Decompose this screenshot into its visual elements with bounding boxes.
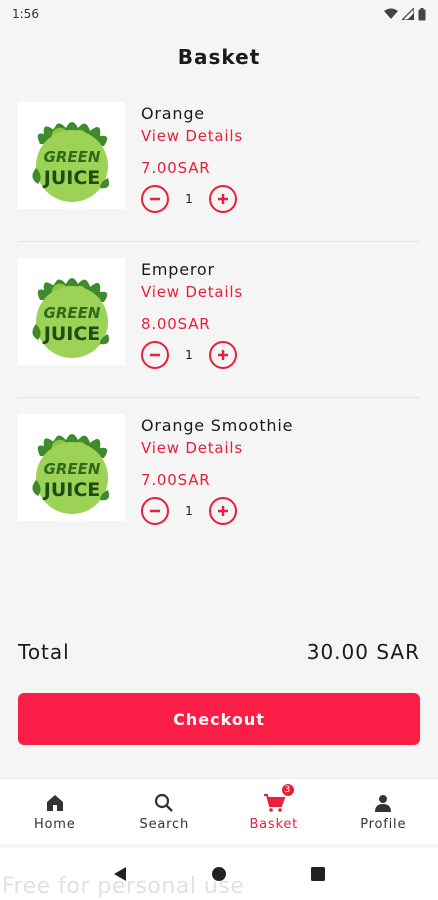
- item-info: Orange Smoothie View Details 7.00SAR 1: [141, 414, 293, 554]
- green-juice-logo: GREEN JUICE: [31, 121, 109, 202]
- quantity-stepper: 1: [141, 497, 293, 525]
- quantity-value: 1: [185, 348, 193, 362]
- checkout-label: Checkout: [173, 709, 265, 729]
- recents-icon[interactable]: [302, 858, 334, 890]
- status-bar: 1:56: [0, 0, 438, 28]
- decrease-button[interactable]: [141, 497, 169, 525]
- svg-text:JUICE: JUICE: [41, 479, 100, 501]
- item-price: 8.00SAR: [141, 315, 211, 333]
- quantity-value: 1: [185, 192, 193, 206]
- item-info: Emperor View Details 8.00SAR 1: [141, 258, 243, 397]
- item-price: 7.00SAR: [141, 159, 211, 177]
- nav-item-home[interactable]: Home: [0, 779, 110, 844]
- basket-item: GREEN JUICE Orange Smoothie View Details…: [18, 398, 420, 554]
- item-name: Orange: [141, 104, 205, 123]
- home-icon: [45, 791, 65, 815]
- wifi-icon: [384, 8, 398, 20]
- basket-item: GREEN JUICE Orange View Details 7.00SAR …: [18, 86, 420, 242]
- svg-text:GREEN: GREEN: [43, 304, 100, 322]
- profile-icon: [373, 791, 393, 815]
- plus-icon: [218, 350, 228, 360]
- decrease-button[interactable]: [141, 185, 169, 213]
- back-icon[interactable]: [104, 858, 136, 890]
- green-juice-logo: GREEN JUICE: [31, 277, 109, 358]
- product-image: GREEN JUICE: [18, 102, 125, 209]
- basket-list: GREEN JUICE Orange View Details 7.00SAR …: [0, 86, 438, 554]
- plus-icon: [218, 506, 228, 516]
- svg-text:GREEN: GREEN: [43, 460, 100, 478]
- basket-item: GREEN JUICE Emperor View Details 8.00SAR…: [18, 242, 420, 398]
- quantity-value: 1: [185, 504, 193, 518]
- page-header: Basket: [0, 28, 438, 86]
- minus-icon: [150, 353, 160, 357]
- view-details-link[interactable]: View Details: [141, 439, 293, 457]
- status-icons: [384, 7, 426, 21]
- nav-item-profile[interactable]: Profile: [329, 779, 438, 844]
- increase-button[interactable]: [209, 185, 237, 213]
- item-info: Orange View Details 7.00SAR 1: [141, 102, 243, 241]
- total-label: Total: [18, 640, 70, 664]
- cart-badge: 3: [280, 783, 295, 797]
- nav-label-home: Home: [33, 817, 76, 832]
- status-time: 1:56: [12, 7, 39, 21]
- nav-label-profile: Profile: [360, 817, 407, 832]
- product-image: GREEN JUICE: [18, 414, 125, 521]
- nav-item-search[interactable]: Search: [110, 779, 220, 844]
- plus-icon: [218, 194, 228, 204]
- view-details-link[interactable]: View Details: [141, 127, 243, 145]
- page-title: Basket: [177, 45, 261, 69]
- item-name: Emperor: [141, 260, 215, 279]
- signal-icon: [402, 8, 414, 20]
- product-image: GREEN JUICE: [18, 258, 125, 365]
- svg-text:JUICE: JUICE: [41, 323, 100, 345]
- nav-item-basket[interactable]: 3 Basket: [219, 779, 329, 844]
- svg-text:JUICE: JUICE: [41, 167, 100, 189]
- basket-content: GREEN JUICE Orange View Details 7.00SAR …: [0, 86, 438, 778]
- item-name: Orange Smoothie: [141, 416, 294, 435]
- quantity-stepper: 1: [141, 341, 243, 369]
- nav-label-search: Search: [139, 817, 189, 832]
- decrease-button[interactable]: [141, 341, 169, 369]
- bottom-nav: Home Search 3 Basket Profile: [0, 778, 438, 844]
- home-button-icon[interactable]: [203, 858, 235, 890]
- svg-text:GREEN: GREEN: [43, 148, 100, 166]
- total-value: 30.00 SAR: [306, 640, 420, 664]
- minus-icon: [150, 197, 160, 201]
- quantity-stepper: 1: [141, 185, 243, 213]
- system-nav-bar: [0, 848, 438, 900]
- checkout-button[interactable]: Checkout: [18, 693, 420, 745]
- minus-icon: [150, 509, 160, 513]
- increase-button[interactable]: [209, 497, 237, 525]
- search-icon: [154, 791, 174, 815]
- increase-button[interactable]: [209, 341, 237, 369]
- green-juice-logo: GREEN JUICE: [31, 433, 109, 514]
- battery-icon: [418, 7, 426, 21]
- item-price: 7.00SAR: [141, 471, 211, 489]
- total-row: Total 30.00 SAR: [18, 640, 420, 664]
- nav-label-basket: Basket: [249, 817, 299, 832]
- view-details-link[interactable]: View Details: [141, 283, 243, 301]
- cart-icon: 3: [263, 783, 295, 815]
